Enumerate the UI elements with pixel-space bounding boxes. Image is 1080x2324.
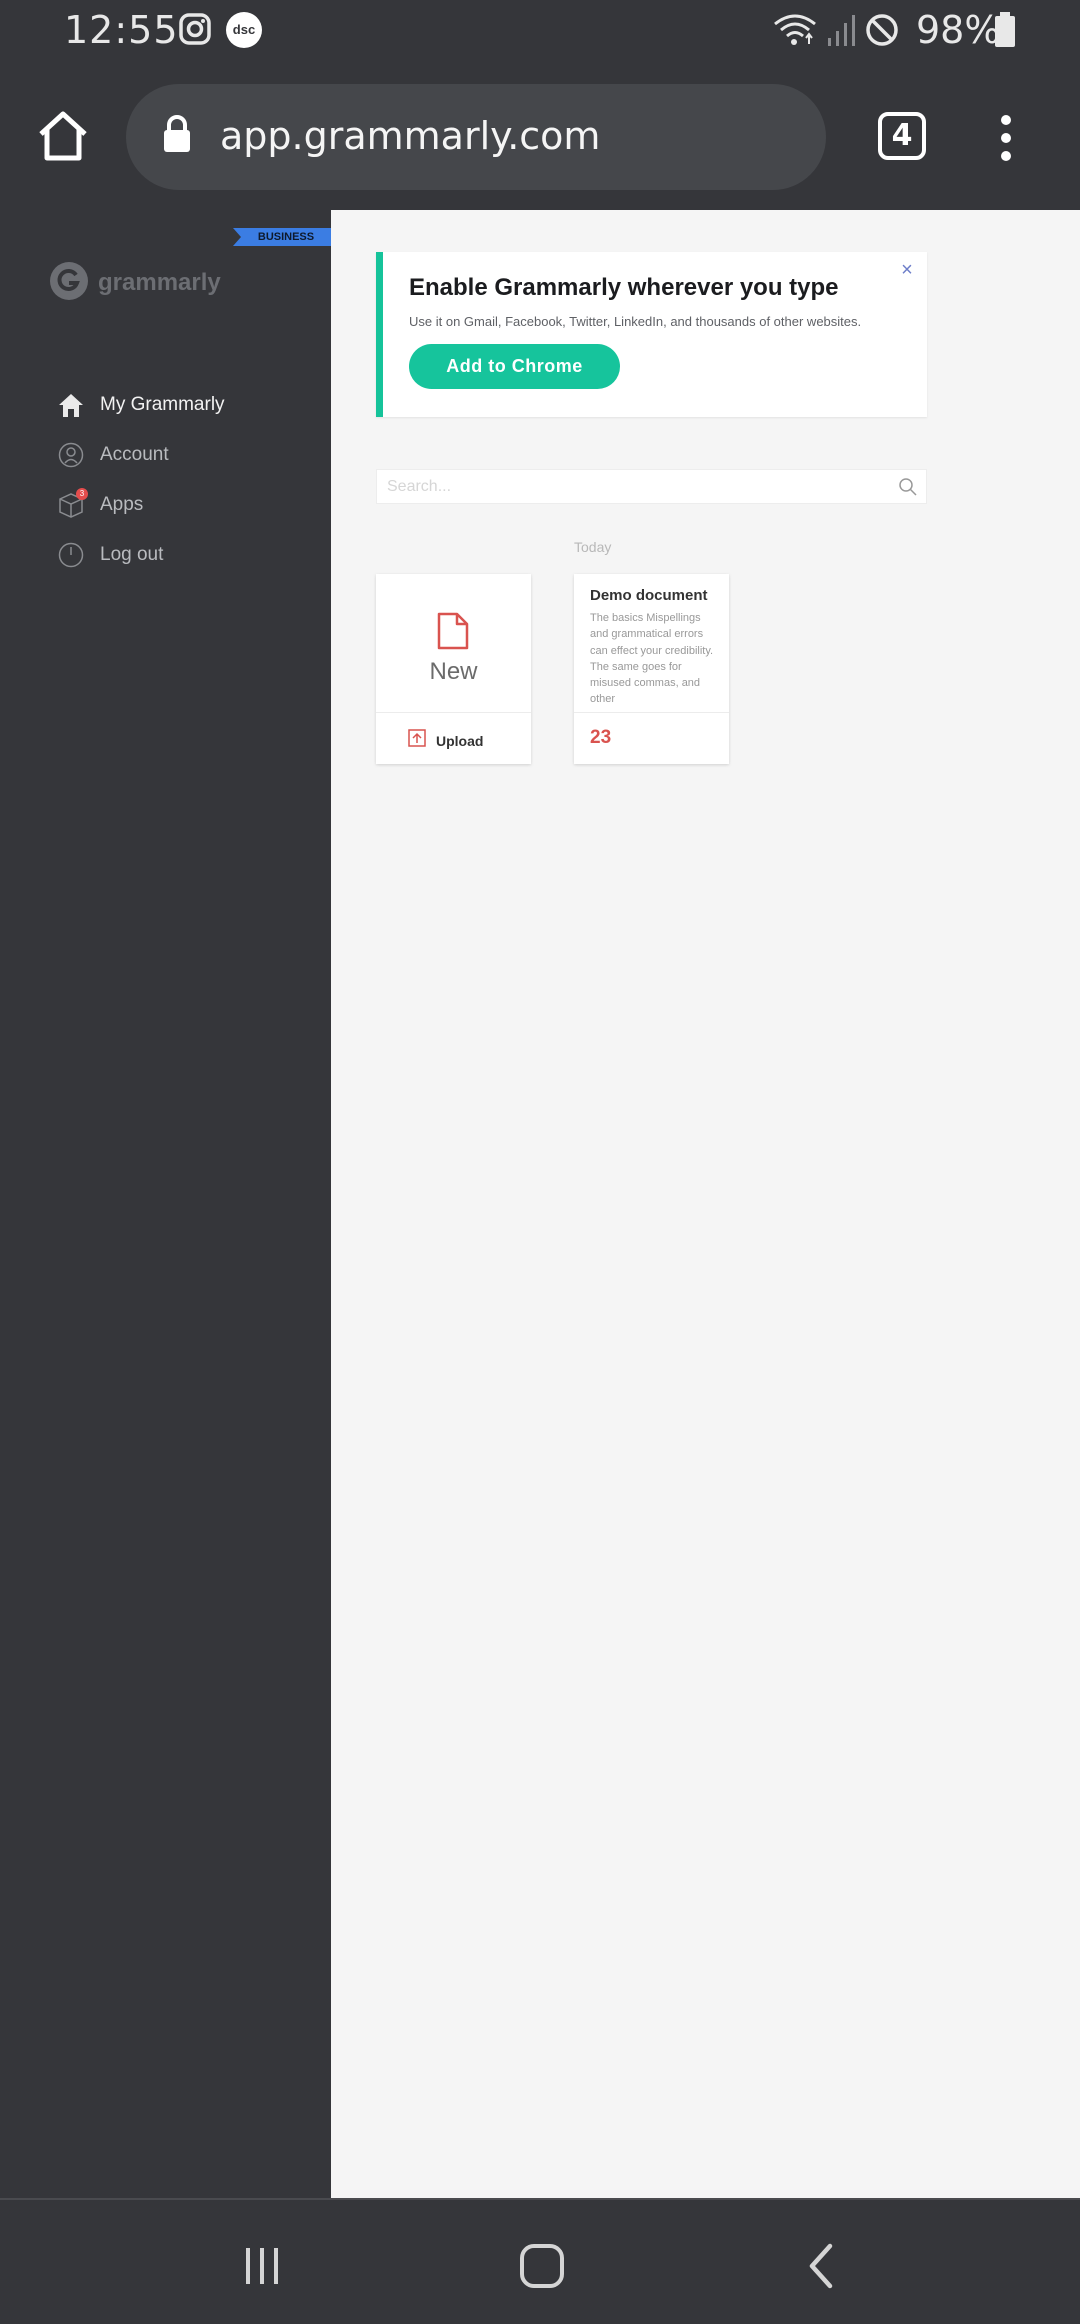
status-bar: 12:55 dsc 98%	[0, 0, 1080, 64]
apps-notification-badge: 3	[76, 488, 88, 500]
sidebar-item-label: Account	[100, 444, 169, 465]
grammarly-logo-text: grammarly	[98, 269, 221, 296]
power-icon	[56, 540, 86, 570]
add-to-chrome-button[interactable]: Add to Chrome	[409, 344, 620, 389]
main-content: Enable Grammarly wherever you type Use i…	[331, 210, 1080, 2198]
banner-description: Use it on Gmail, Facebook, Twitter, Link…	[409, 314, 862, 329]
battery-icon	[994, 12, 1016, 53]
document-card[interactable]: Demo document The basics Mispellings and…	[574, 574, 729, 764]
browser-toolbar: app.grammarly.com 4	[0, 64, 1080, 210]
android-home-icon[interactable]	[512, 2236, 572, 2296]
wifi-icon	[772, 12, 818, 53]
battery-percent: 98%	[916, 8, 1001, 52]
upload-label: Upload	[436, 732, 484, 749]
search-box	[376, 469, 927, 504]
home-icon	[56, 390, 86, 420]
business-badge: BUSINESS	[233, 228, 331, 246]
document-preview: The basics Mispellings and grammatical e…	[590, 612, 714, 706]
new-document-icon	[436, 612, 470, 655]
sidebar-item-log-out[interactable]: Log out	[56, 530, 225, 580]
sidebar-item-label: Apps	[100, 494, 144, 515]
grammarly-logo-icon	[50, 261, 88, 305]
search-icon[interactable]	[898, 477, 918, 502]
close-icon[interactable]: ×	[897, 260, 917, 280]
upload-icon	[408, 729, 426, 752]
recent-apps-icon[interactable]	[232, 2236, 292, 2296]
browser-menu-icon[interactable]	[996, 114, 1016, 167]
signal-icon	[826, 12, 858, 53]
sidebar-item-account[interactable]: Account	[56, 430, 225, 480]
sidebar-item-label: My Grammarly	[100, 394, 225, 415]
banner-title: Enable Grammarly wherever you type	[409, 274, 839, 301]
back-icon[interactable]	[792, 2236, 852, 2296]
document-score: 23	[590, 727, 612, 748]
sidebar: BUSINESS grammarly My Grammarly Account	[0, 210, 331, 2198]
account-icon	[56, 440, 86, 470]
tab-switcher-button[interactable]: 4	[878, 112, 926, 160]
sidebar-item-apps[interactable]: 3 Apps	[56, 480, 225, 530]
sidebar-item-my-grammarly[interactable]: My Grammarly	[56, 380, 225, 430]
new-document-card[interactable]: New Upload	[376, 574, 531, 764]
android-navigation-bar	[0, 2198, 1080, 2324]
lock-icon	[162, 114, 192, 159]
url-text: app.grammarly.com	[220, 114, 601, 158]
address-bar[interactable]: app.grammarly.com	[126, 84, 826, 190]
card-divider	[376, 712, 531, 713]
enable-grammarly-banner: Enable Grammarly wherever you type Use i…	[376, 252, 927, 417]
grammarly-logo[interactable]: grammarly	[50, 261, 221, 305]
new-document-label: New	[429, 658, 478, 685]
sidebar-item-label: Log out	[100, 544, 164, 565]
section-label-today: Today	[574, 539, 612, 555]
status-time: 12:55	[64, 8, 179, 52]
instagram-icon	[178, 12, 212, 51]
do-not-disturb-icon	[864, 12, 900, 53]
browser-home-icon[interactable]	[36, 110, 90, 167]
card-divider	[574, 712, 729, 713]
search-input[interactable]	[387, 474, 867, 500]
upload-button[interactable]: Upload	[408, 729, 483, 752]
sidebar-nav: My Grammarly Account 3 Apps Log out	[56, 380, 225, 580]
dsc-icon: dsc	[226, 12, 262, 48]
document-title: Demo document	[590, 587, 708, 604]
